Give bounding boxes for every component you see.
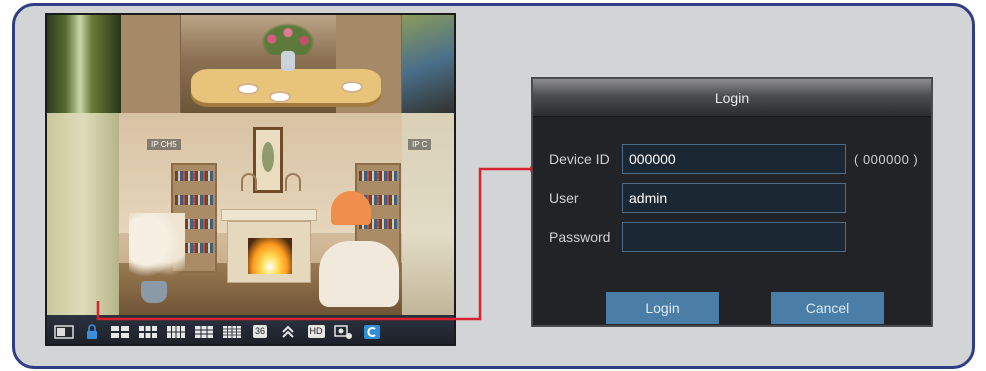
- password-field[interactable]: [622, 222, 846, 252]
- lock-icon[interactable]: [81, 323, 103, 340]
- password-label: Password: [549, 229, 611, 245]
- device-id-hint: ( 000000 ): [854, 151, 919, 167]
- device-id-field[interactable]: 000000: [622, 144, 846, 174]
- camera-tile-column[interactable]: [47, 113, 119, 315]
- password-row: Password: [549, 222, 846, 252]
- hd-label: HD: [307, 325, 325, 338]
- user-field[interactable]: admin: [622, 183, 846, 213]
- login-dialog: Login Device ID 000000 ( 000000 ) User a…: [531, 77, 933, 327]
- teacup: [239, 85, 257, 93]
- cancel-button[interactable]: Cancel: [771, 292, 884, 324]
- pampas-grass: [129, 213, 185, 283]
- login-button[interactable]: Login: [606, 292, 719, 324]
- layout-8-icon[interactable]: [165, 324, 187, 340]
- fireplace: [227, 221, 311, 283]
- antler-decoration: [241, 173, 257, 191]
- camera-tile-living-room[interactable]: IP CH5: [119, 113, 402, 315]
- lamp: [331, 191, 371, 225]
- device-id-row: Device ID 000000 ( 000000 ): [549, 144, 918, 174]
- double-chevron-up-icon[interactable]: [277, 324, 299, 340]
- camera-tile-outdoor[interactable]: [47, 15, 121, 113]
- wall-scroll-painting: [253, 127, 283, 193]
- fire: [248, 238, 292, 274]
- teacup: [343, 83, 361, 91]
- live-view-screen: IP CH5 IP C 36 HD: [45, 13, 456, 346]
- fireplace-mantel: [221, 209, 317, 221]
- hd-button[interactable]: HD: [305, 324, 327, 340]
- antler-decoration: [285, 173, 301, 191]
- layout-16-icon[interactable]: [221, 324, 243, 340]
- layout-6-icon[interactable]: [137, 324, 159, 340]
- camera-tile-garden[interactable]: [402, 15, 454, 113]
- layout-36-label: 36: [252, 325, 267, 338]
- device-id-label: Device ID: [549, 151, 610, 167]
- wall-panel: [121, 15, 181, 113]
- armchair: [319, 241, 399, 307]
- dialog-title: Login: [533, 79, 931, 117]
- camera-tile-dining-room[interactable]: [121, 15, 402, 113]
- search-settings-icon[interactable]: [333, 324, 355, 340]
- live-view-toolbar: 36 HD: [47, 315, 454, 344]
- channel-label: IP C: [408, 139, 432, 150]
- user-label: User: [549, 190, 579, 206]
- vase: [281, 51, 295, 71]
- screen-icon[interactable]: [53, 324, 75, 340]
- cloud-connect-icon[interactable]: [361, 324, 383, 340]
- camera-tile-hallway[interactable]: IP C: [402, 113, 454, 315]
- layout-4-icon[interactable]: [109, 324, 131, 340]
- plant-pot: [141, 281, 167, 303]
- layout-36-button[interactable]: 36: [249, 324, 271, 340]
- layout-9-icon[interactable]: [193, 324, 215, 340]
- channel-label: IP CH5: [147, 139, 181, 150]
- teacup: [271, 93, 289, 101]
- user-row: User admin: [549, 183, 846, 213]
